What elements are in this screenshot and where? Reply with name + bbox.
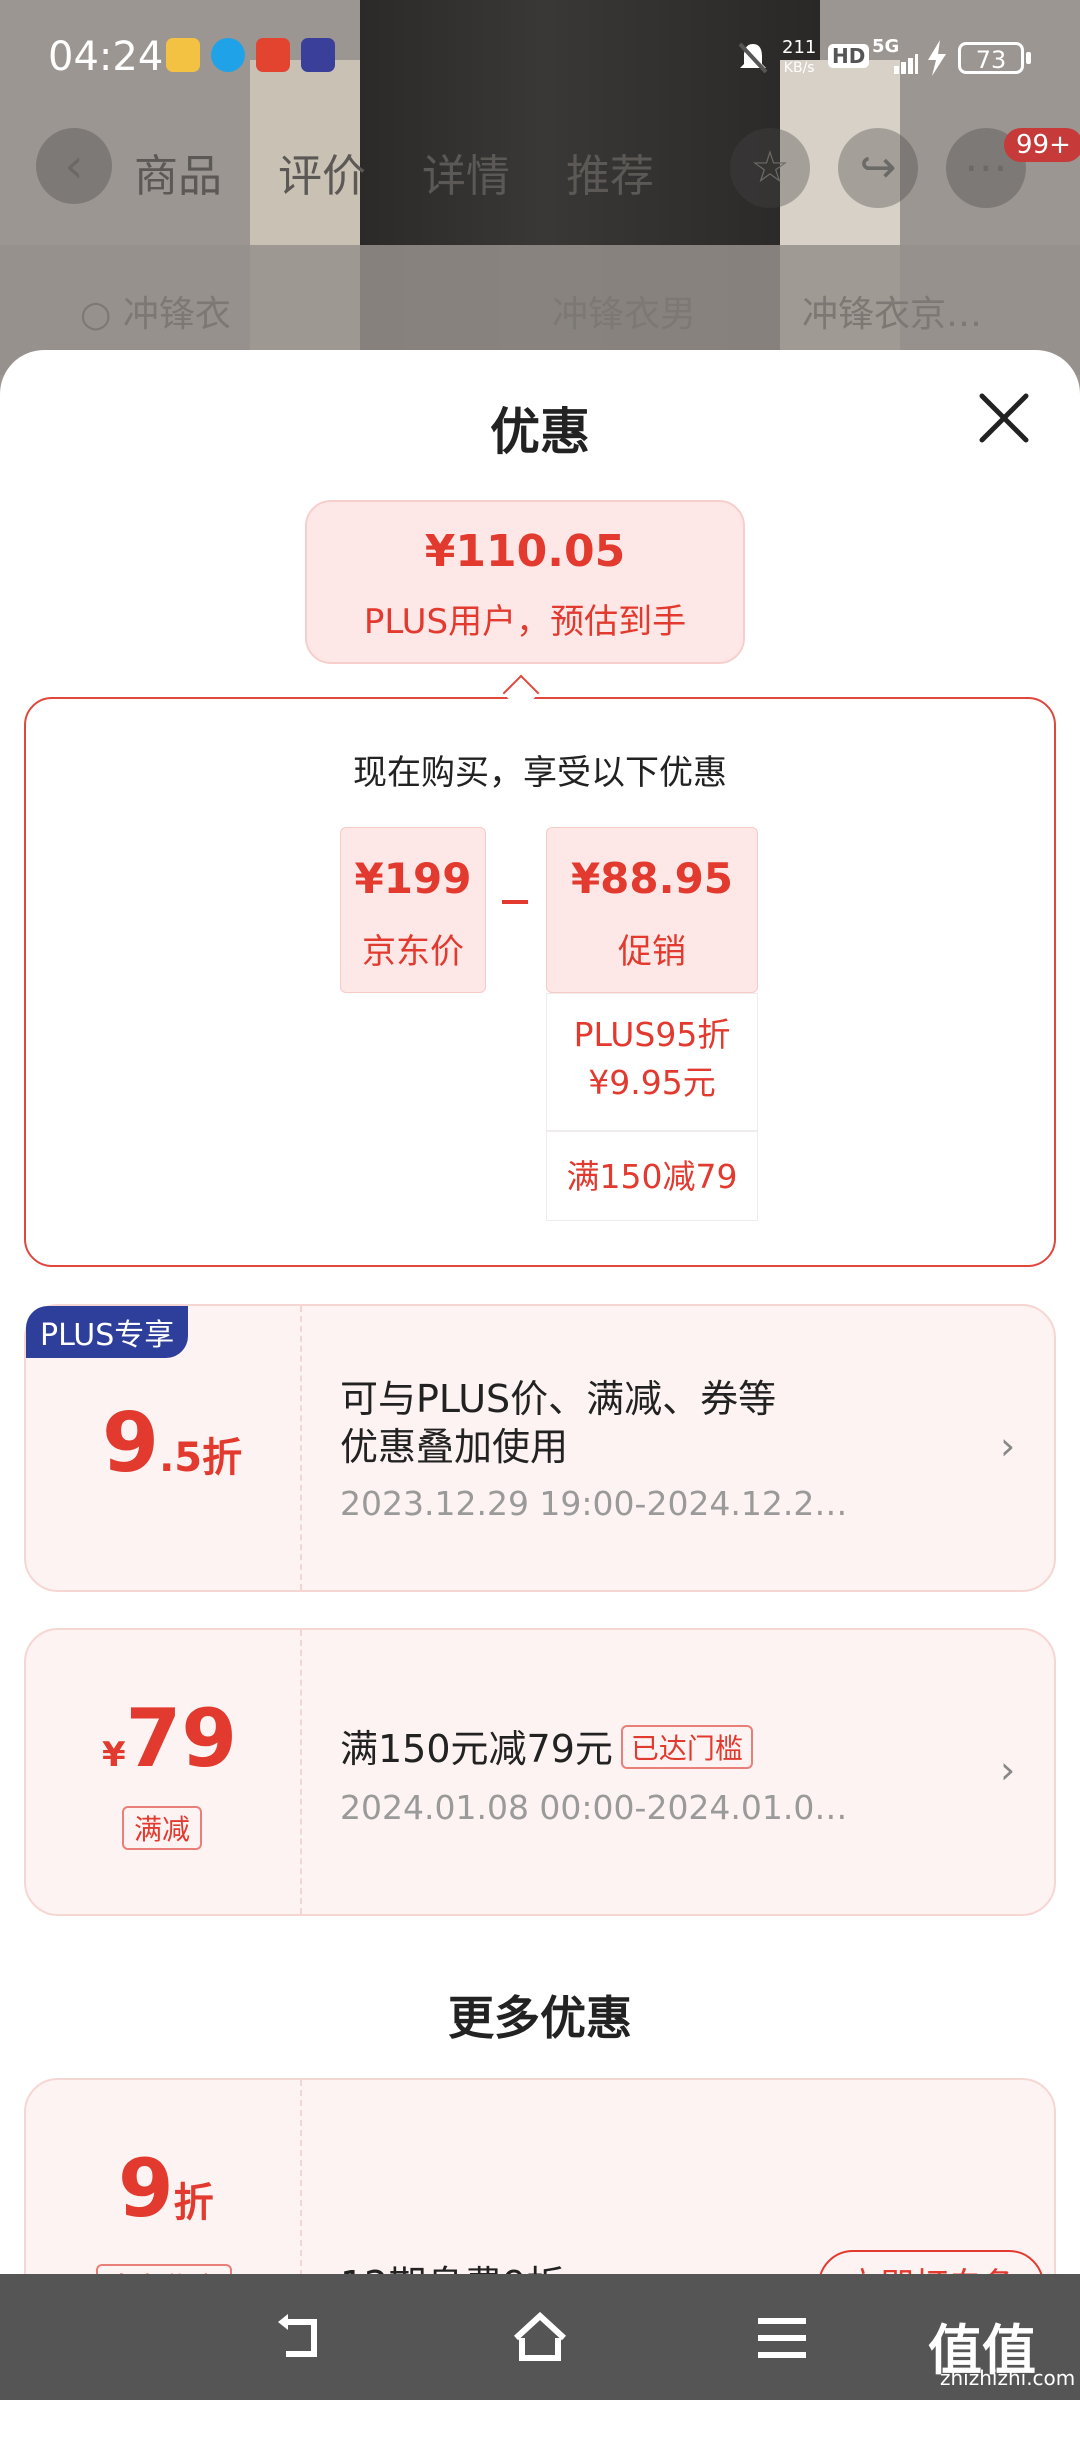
card-divider — [300, 1306, 302, 1590]
battery-level: 73 — [958, 42, 1024, 74]
estimated-price-box: ¥110.05 PLUS用户，预估到手 — [305, 500, 745, 664]
search-suggestion: ○ 冲锋衣 — [80, 294, 231, 335]
tab-reviews: 评价 — [278, 151, 366, 202]
charging-icon — [928, 40, 946, 76]
estimated-price-label: PLUS用户，预估到手 — [363, 602, 687, 642]
full-reduction-tag: 满减 — [122, 1806, 203, 1850]
app-notification-icon — [166, 38, 200, 72]
jd-price-cell: ¥199 京东价 — [340, 827, 486, 993]
mute-icon — [738, 42, 768, 74]
signal-icon — [894, 54, 918, 74]
plus-card-desc-line2: 优惠叠加使用 — [340, 1425, 569, 1469]
net-speed: 211 KB/s — [782, 37, 817, 77]
jd-price: ¥199 — [354, 854, 472, 903]
watermark-url: zhizhizhi.com — [940, 2366, 1076, 2390]
full-reduction-card[interactable]: ¥79 满减 满150元减79元 已达门槛 2024.01.08 00:00-20… — [24, 1628, 1056, 1916]
plus-discount-cell: PLUS95折 ¥9.95元 — [546, 993, 758, 1131]
promo-amount: ¥88.95 — [570, 854, 734, 903]
card-divider — [300, 1630, 302, 1914]
plus-discount-amount: ¥9.95元 — [588, 1063, 716, 1102]
full-reduction-cell: 满150减79 — [546, 1131, 758, 1221]
full-reduction-value: ¥79 — [102, 1692, 237, 1785]
tab-recommend: 推荐 — [566, 151, 654, 202]
minus-sign — [502, 900, 528, 904]
tab-product: 商品 — [134, 151, 222, 202]
plus-exclusive-tag: PLUS专享 — [26, 1306, 189, 1358]
close-icon[interactable] — [976, 390, 1032, 446]
app-notification-icon — [301, 38, 335, 72]
discount-sheet: 优惠 ¥110.05 PLUS用户，预估到手 现在购买，享受以下优惠 ¥199 … — [0, 350, 1080, 2275]
message-badge: 99+ — [1004, 128, 1080, 162]
chevron-right-icon: › — [1000, 1748, 1016, 1792]
search-icon: ○ — [80, 294, 123, 335]
status-time: 04:24 — [48, 34, 164, 80]
back-icon: ‹ — [36, 128, 112, 204]
favorite-icon: ☆ — [730, 128, 810, 208]
status-bar: 04:24 211 KB/s HD 5G 73 — [0, 0, 1080, 110]
full-reduction-date: 2024.01.08 00:00-2024.01.0… — [340, 1788, 848, 1827]
menu-icon[interactable] — [752, 2308, 812, 2368]
card-divider — [300, 2080, 302, 2275]
back-icon[interactable] — [270, 2308, 330, 2368]
plus-discount-rate: PLUS95折 — [573, 1015, 731, 1054]
battery-tip — [1026, 52, 1031, 64]
promo-label: 促销 — [618, 932, 686, 972]
app-notification-icon — [256, 38, 290, 72]
plus-discount-value: 9.5折 — [102, 1396, 243, 1491]
plus-discount-card[interactable]: PLUS专享 9.5折 可与PLUS价、满减、券等 优惠叠加使用 2023.12… — [24, 1304, 1056, 1592]
tab-details: 详情 — [422, 151, 510, 202]
plus-card-desc-line1: 可与PLUS价、满减、券等 — [340, 1377, 777, 1421]
jd-price-label: 京东价 — [362, 932, 464, 972]
share-icon: ↪ — [838, 128, 918, 208]
search-suggestion: 冲锋衣男 — [552, 294, 697, 335]
promo-cell: ¥88.95 促销 — [546, 827, 758, 993]
full-reduction-desc: 满150元减79元 已达门槛 — [340, 1718, 753, 1773]
search-suggestion: 冲锋衣京… — [802, 294, 983, 335]
use-baitiao-button[interactable]: 立即打白条 — [818, 2250, 1044, 2275]
sheet-title: 优惠 — [490, 403, 590, 461]
qq-icon — [211, 38, 245, 72]
chevron-right-icon: › — [1000, 1424, 1016, 1468]
hd-indicator: HD — [828, 44, 870, 68]
plus-card-date: 2023.12.29 19:00-2024.12.2… — [340, 1484, 848, 1523]
system-nav-bar — [0, 2274, 1080, 2400]
baitiao-discount-value: 9折 — [118, 2142, 214, 2235]
threshold-reached-badge: 已达门槛 — [620, 1725, 753, 1769]
estimated-price: ¥110.05 — [424, 526, 626, 577]
baitiao-card[interactable]: 9折 白条优惠 12期息费9折 立即打白条 — [24, 2078, 1056, 2275]
baitiao-desc: 12期息费9折 — [340, 2254, 565, 2275]
breakdown-title: 现在购买，享受以下优惠 — [353, 753, 727, 793]
more-offers-title: 更多优惠 — [448, 1991, 632, 2045]
home-icon[interactable] — [510, 2308, 570, 2368]
